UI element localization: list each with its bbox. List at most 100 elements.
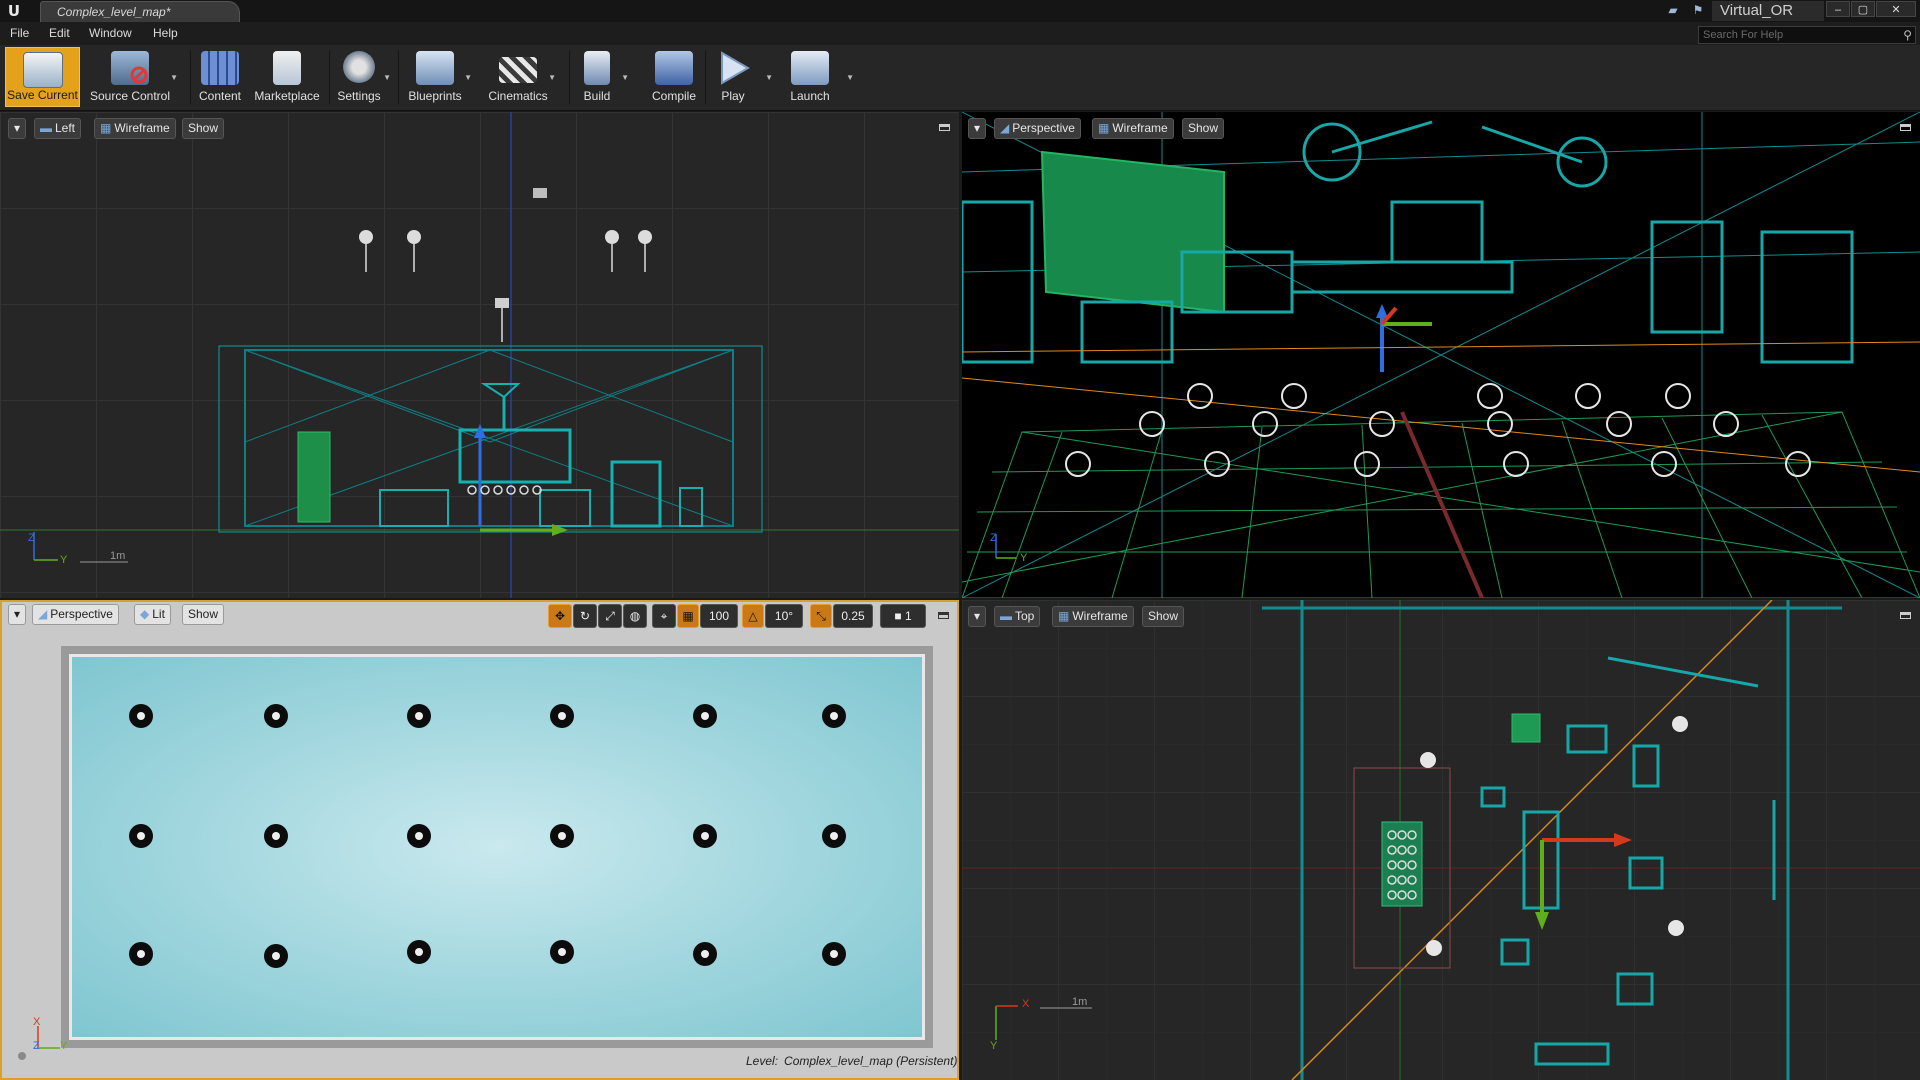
cinematics-dropdown-icon[interactable]: ▼: [548, 73, 556, 82]
view-mode-button[interactable]: ▦ Wireframe: [1092, 118, 1174, 139]
spot-light-icon[interactable]: [822, 824, 846, 848]
show-button[interactable]: Show: [1142, 606, 1185, 627]
show-button[interactable]: Show: [1182, 118, 1225, 139]
maximize-button[interactable]: ▢: [1851, 1, 1875, 17]
spot-light-icon[interactable]: [264, 824, 288, 848]
source-control-button[interactable]: Source Control ▼: [86, 47, 178, 107]
view-type-button[interactable]: ▬ Left: [34, 118, 82, 139]
view-mode-button[interactable]: ◆ Lit: [134, 604, 171, 625]
search-help-placeholder: Search For Help: [1703, 29, 1784, 41]
rotation-snap-icon[interactable]: △: [742, 604, 764, 628]
maximize-viewport-icon[interactable]: [1900, 612, 1911, 619]
view-type-button[interactable]: ▬ Top: [994, 606, 1041, 627]
wireframe-icon: ▦: [100, 121, 112, 135]
title-bar: U Complex_level_map* ▰ ⚑ Virtual_OR – ▢ …: [0, 0, 1920, 22]
scale-snap-value[interactable]: 0.25: [833, 604, 873, 628]
menu-help[interactable]: Help: [153, 26, 178, 40]
view-mode-button[interactable]: ▦ Wireframe: [1052, 606, 1134, 627]
build-dropdown-icon[interactable]: ▼: [621, 73, 629, 82]
world-space-icon[interactable]: ◍: [623, 604, 647, 628]
floor-surface: [69, 654, 925, 1040]
camera-speed-button[interactable]: ■ 1: [880, 604, 926, 628]
spot-light-icon[interactable]: [550, 824, 574, 848]
spot-light-icon[interactable]: [129, 942, 153, 966]
left-view-scene: [0, 112, 959, 598]
chat-icon[interactable]: ▰: [1665, 3, 1681, 17]
show-button[interactable]: Show: [182, 604, 225, 625]
menu-file[interactable]: File: [10, 26, 29, 40]
grid-snap-icon[interactable]: ▦: [677, 604, 699, 628]
maximize-viewport-icon[interactable]: [1900, 124, 1911, 131]
view-type-label: Top: [1015, 609, 1035, 623]
spot-light-icon[interactable]: [822, 942, 846, 966]
scale-snap-icon[interactable]: ⤡: [810, 604, 832, 628]
play-dropdown-icon[interactable]: ▼: [765, 73, 773, 82]
viewport-options-button[interactable]: ▾: [8, 604, 26, 625]
search-help-input[interactable]: Search For Help ⚲: [1698, 26, 1916, 44]
spot-light-icon[interactable]: [129, 824, 153, 848]
viewport-perspective-wireframe[interactable]: Z Y ▾ ◢ Perspective ▦ Wireframe Show: [962, 112, 1920, 598]
view-mode-label: Lit: [152, 607, 165, 621]
content-button[interactable]: Content: [194, 47, 246, 107]
viewport-options-button[interactable]: ▾: [968, 118, 986, 139]
spot-light-icon[interactable]: [822, 704, 846, 728]
blueprints-dropdown-icon[interactable]: ▼: [464, 73, 472, 82]
menu-edit[interactable]: Edit: [49, 26, 70, 40]
launch-button[interactable]: Launch ▼: [782, 47, 854, 107]
level-prefix: Level:: [746, 1054, 779, 1068]
settings-button[interactable]: Settings ▼: [333, 47, 391, 107]
spot-light-icon[interactable]: [693, 942, 717, 966]
view-type-button[interactable]: ◢ Perspective: [32, 604, 119, 625]
source-control-dropdown-icon[interactable]: ▼: [170, 73, 178, 82]
toolbar-divider: [569, 50, 570, 104]
save-current-button[interactable]: Save Current: [5, 47, 80, 107]
rotation-snap-value[interactable]: 10°: [765, 604, 803, 628]
menu-bar: File Edit Window Help: [0, 22, 1920, 45]
rotate-mode-icon[interactable]: ↻: [573, 604, 597, 628]
spot-light-icon[interactable]: [407, 704, 431, 728]
settings-dropdown-icon[interactable]: ▼: [383, 73, 391, 82]
build-button[interactable]: Build ▼: [573, 47, 629, 107]
view-type-button[interactable]: ◢ Perspective: [994, 118, 1081, 139]
translate-mode-icon[interactable]: ✥: [548, 604, 572, 628]
launch-label: Launch: [790, 89, 830, 103]
close-button[interactable]: ✕: [1876, 1, 1916, 17]
maximize-viewport-icon[interactable]: [939, 124, 950, 131]
spot-light-icon[interactable]: [264, 704, 288, 728]
source-control-icon: [111, 51, 149, 85]
grid-snap-value[interactable]: 100: [700, 604, 738, 628]
view-mode-button[interactable]: ▦ Wireframe: [94, 118, 176, 139]
scale-mode-icon[interactable]: ⤢: [598, 604, 622, 628]
blueprints-button[interactable]: Blueprints ▼: [402, 47, 472, 107]
cinematics-button[interactable]: Cinematics ▼: [484, 47, 556, 107]
spot-light-icon[interactable]: [550, 940, 574, 964]
surface-snap-icon[interactable]: ⌖: [652, 604, 676, 628]
spot-light-icon[interactable]: [550, 704, 574, 728]
spot-light-icon[interactable]: [407, 824, 431, 848]
play-button[interactable]: Play ▼: [709, 47, 773, 107]
launch-dropdown-icon[interactable]: ▼: [846, 73, 854, 82]
settings-gear-icon: [343, 51, 375, 83]
clapperboard-icon: [499, 57, 537, 83]
source-control-status-icon[interactable]: ⚑: [1690, 3, 1706, 17]
compile-icon: [655, 51, 693, 85]
document-tab[interactable]: Complex_level_map*: [40, 1, 240, 22]
viewport-options-button[interactable]: ▾: [968, 606, 986, 627]
minimize-button[interactable]: –: [1826, 1, 1850, 17]
search-icon: ⚲: [1903, 28, 1912, 42]
menu-window[interactable]: Window: [89, 26, 132, 40]
viewport-top[interactable]: X Y 1m ▾ ▬ Top ▦ Wireframe Show: [962, 600, 1920, 1080]
maximize-viewport-icon[interactable]: [938, 612, 949, 619]
unreal-logo-icon[interactable]: U: [4, 1, 24, 21]
save-current-label: Save Current: [7, 88, 78, 102]
viewport-options-button[interactable]: ▾: [8, 118, 26, 139]
marketplace-button[interactable]: Marketplace: [250, 47, 324, 107]
show-button[interactable]: Show: [182, 118, 225, 139]
spot-light-icon[interactable]: [693, 704, 717, 728]
spot-light-icon[interactable]: [129, 704, 153, 728]
spot-light-icon[interactable]: [264, 944, 288, 968]
spot-light-icon[interactable]: [407, 940, 431, 964]
compile-button[interactable]: Compile: [647, 47, 701, 107]
spot-light-icon[interactable]: [693, 824, 717, 848]
viewport-left[interactable]: Z Y 1m ▾ ▬ Left ▦ Wireframe Show: [0, 112, 959, 598]
